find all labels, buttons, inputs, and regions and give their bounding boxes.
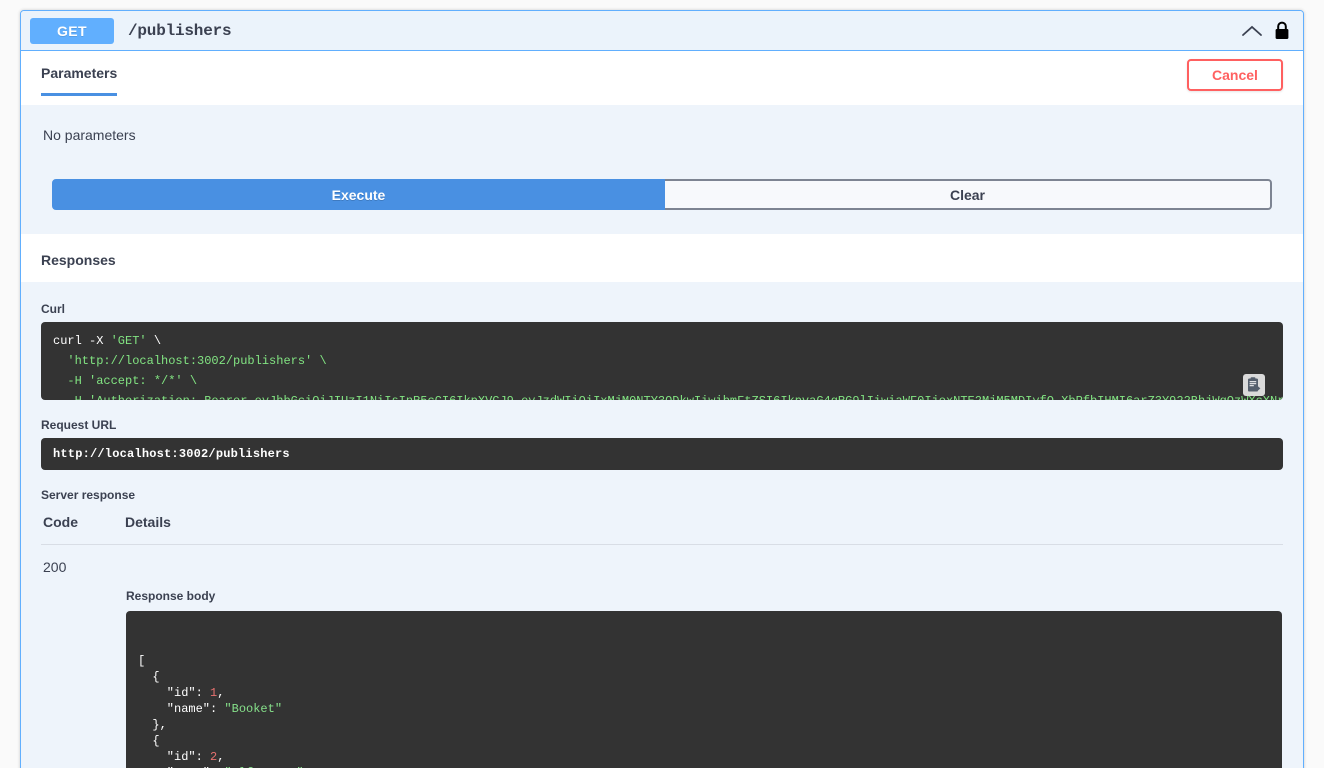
response-body-json: [ { "id": 1, "name": "Booket" }, { "id":… xyxy=(138,653,1270,768)
operation-tab-strip: Parameters Cancel xyxy=(21,51,1303,105)
operation-block-get-publishers: GET /publishers Parameters Cancel No par xyxy=(20,10,1304,768)
table-row: 200 Response body [ { "id": 1, "name": "… xyxy=(41,545,1283,768)
curl-label: Curl xyxy=(41,302,65,316)
curl-line-1-method: 'GET' xyxy=(110,334,147,348)
swagger-ui-page: GET /publishers Parameters Cancel No par xyxy=(0,0,1324,768)
copy-to-clipboard-icon[interactable] xyxy=(1243,374,1265,396)
chevron-up-icon[interactable] xyxy=(1237,18,1267,44)
lock-closed-icon[interactable] xyxy=(1271,18,1293,44)
curl-line-4-authorization: -H 'Authorization: Bearer eyJhbGciOiJIUz… xyxy=(53,394,1283,400)
http-method-badge: GET xyxy=(30,17,114,44)
json-line: { xyxy=(138,670,160,684)
response-body-block[interactable]: [ { "id": 1, "name": "Booket" }, { "id":… xyxy=(126,611,1282,768)
curl-line-3-accept: -H 'accept: */*' \ xyxy=(53,374,198,388)
execute-clear-row: Execute Clear xyxy=(41,179,1283,210)
curl-line-1-tail: \ xyxy=(146,334,162,348)
curl-line-2-url: 'http://localhost:3002/publishers' \ xyxy=(53,354,327,368)
response-status-code: 200 xyxy=(43,559,67,575)
column-header-code: Code xyxy=(41,514,125,545)
request-url-value: http://localhost:3002/publishers xyxy=(41,438,1283,470)
responses-title: Responses xyxy=(41,252,116,268)
responses-heading-band: Responses xyxy=(21,234,1303,282)
column-header-details: Details xyxy=(125,514,1283,545)
clear-button[interactable]: Clear xyxy=(665,179,1272,210)
json-line: "name": "Booket" xyxy=(138,702,283,716)
responses-section: Curl curl -X 'GET' \ 'http://localhost:3… xyxy=(21,282,1303,768)
json-line: "id": 2, xyxy=(138,750,225,764)
operation-summary-header[interactable]: GET /publishers xyxy=(21,11,1303,51)
request-url-label: Request URL xyxy=(41,418,117,432)
json-line: { xyxy=(138,734,160,748)
table-header-row: Code Details xyxy=(41,514,1283,545)
server-response-table: Code Details 200 Response body [ { "id":… xyxy=(41,514,1283,768)
curl-line-1-cmd: curl -X xyxy=(53,334,111,348)
cancel-button[interactable]: Cancel xyxy=(1187,59,1283,91)
no-parameters-text: No parameters xyxy=(43,127,136,143)
server-response-label: Server response xyxy=(41,488,136,502)
response-body-label: Response body xyxy=(126,589,216,603)
parameters-section: No parameters Execute Clear xyxy=(21,105,1303,234)
json-line: "id": 1, xyxy=(138,686,225,700)
tab-parameters[interactable]: Parameters xyxy=(41,65,118,96)
json-line: [ xyxy=(138,654,146,668)
curl-command-block[interactable]: curl -X 'GET' \ 'http://localhost:3002/p… xyxy=(41,322,1283,400)
json-line: }, xyxy=(138,718,167,732)
response-details-cell: Response body [ { "id": 1, "name": "Book… xyxy=(125,545,1283,768)
execute-button[interactable]: Execute xyxy=(52,179,665,210)
operation-path: /publishers xyxy=(128,21,232,40)
